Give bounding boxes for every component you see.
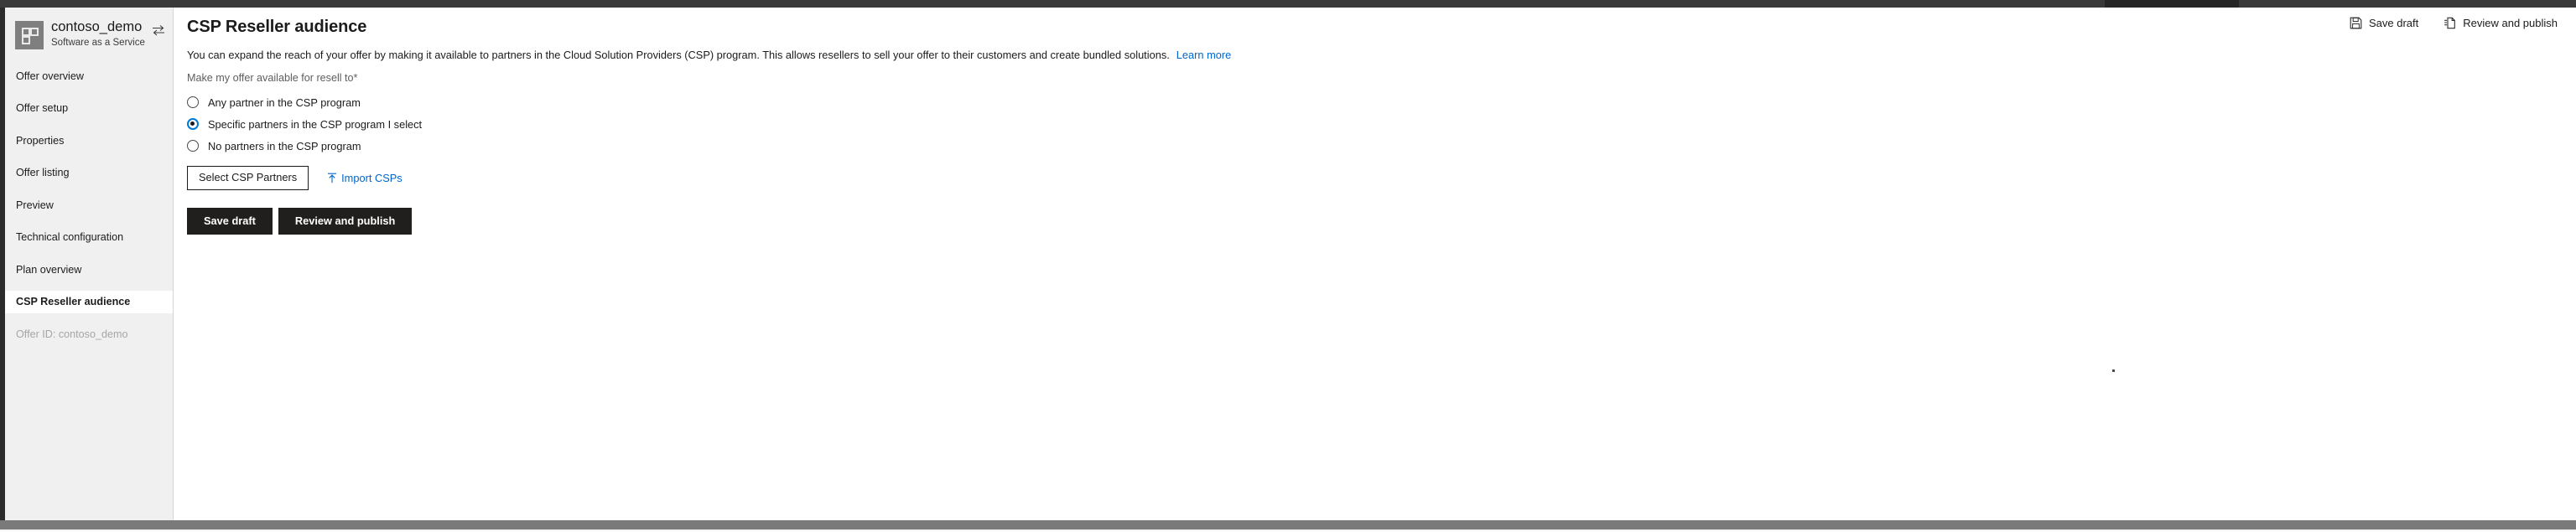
chrome-segment-left	[0, 0, 2105, 8]
sidebar-item-label: Technical configuration	[16, 231, 124, 244]
sidebar-item-preview[interactable]: Preview	[5, 194, 173, 217]
review-publish-toolbar-button[interactable]: Review and publish	[2444, 17, 2558, 29]
offer-name: contoso_demo	[51, 19, 143, 34]
radio-any-partner[interactable]: Any partner in the CSP program	[187, 91, 422, 113]
offer-identity: contoso_demo Software as a Service	[51, 19, 145, 49]
app-grid-icon-cell	[22, 36, 30, 44]
sidebar-item-properties[interactable]: Properties	[5, 129, 173, 152]
resell-audience-field-label: Make my offer available for resell to*	[187, 72, 358, 84]
radio-label: Specific partners in the CSP program I s…	[208, 117, 423, 131]
chrome-segment-right	[2239, 0, 2576, 8]
sidebar-offer-id-label: Offer ID: contoso_demo	[16, 328, 128, 340]
window-chrome-bar	[0, 0, 2576, 8]
import-csps-label: Import CSPs	[341, 172, 402, 184]
sidebar-nav: Offer overview Offer setup Properties Of…	[5, 65, 173, 346]
save-icon	[2350, 17, 2362, 29]
sidebar-offer-id: Offer ID: contoso_demo	[5, 323, 173, 346]
save-draft-button[interactable]: Save draft	[187, 208, 273, 235]
save-draft-toolbar-button[interactable]: Save draft	[2350, 17, 2418, 29]
radio-no-partners[interactable]: No partners in the CSP program	[187, 135, 422, 157]
sidebar-item-technical-configuration[interactable]: Technical configuration	[5, 226, 173, 250]
review-publish-toolbar-label: Review and publish	[2463, 17, 2558, 29]
sidebar-item-label: Offer listing	[16, 167, 70, 179]
sidebar-item-label: CSP Reseller audience	[16, 296, 131, 308]
sidebar-item-label: Plan overview	[16, 263, 82, 276]
horizontal-scrollbar-thumb[interactable]	[0, 520, 2576, 529]
horizontal-scrollbar[interactable]	[0, 520, 2576, 531]
offer-type-label: Software as a Service	[51, 38, 145, 48]
cursor-artifact	[2112, 369, 2115, 372]
save-draft-toolbar-label: Save draft	[2369, 17, 2419, 29]
publish-document-icon	[2444, 17, 2456, 29]
sidebar-item-offer-setup[interactable]: Offer setup	[5, 97, 173, 121]
radio-circle-icon	[187, 96, 199, 108]
select-csp-partners-button[interactable]: Select CSP Partners	[187, 166, 309, 190]
page-description-text: You can expand the reach of your offer b…	[187, 49, 1170, 61]
sidebar-item-label: Preview	[16, 199, 54, 211]
sidebar-item-label: Properties	[16, 134, 65, 147]
import-csps-link[interactable]: Import CSPs	[327, 172, 402, 184]
sidebar-item-csp-reseller-audience[interactable]: CSP Reseller audience	[5, 290, 173, 313]
page-title: CSP Reseller audience	[187, 18, 367, 36]
sidebar-item-plan-overview[interactable]: Plan overview	[5, 258, 173, 281]
review-and-publish-button[interactable]: Review and publish	[278, 208, 413, 235]
page-description: You can expand the reach of your offer b…	[187, 49, 1231, 61]
app-grid-icon-cell	[22, 28, 30, 36]
sidebar-item-label: Offer setup	[16, 102, 69, 115]
radio-specific-partners[interactable]: Specific partners in the CSP program I s…	[187, 113, 422, 135]
sidebar-item-offer-listing[interactable]: Offer listing	[5, 162, 173, 185]
switch-offer-icon[interactable]	[152, 24, 165, 36]
app-grid-icon	[15, 21, 44, 49]
upload-icon	[327, 173, 337, 183]
main-content: CSP Reseller audience Save draft Review	[174, 8, 2576, 520]
radio-circle-icon	[187, 140, 199, 152]
resell-audience-radio-group: Any partner in the CSP program Specific …	[187, 91, 422, 157]
partner-selection-actions: Select CSP Partners Import CSPs	[187, 166, 402, 190]
radio-circle-selected-icon	[187, 118, 199, 130]
sidebar-item-offer-overview[interactable]: Offer overview	[5, 65, 173, 88]
sidebar-item-label: Offer overview	[16, 70, 84, 82]
offer-header: contoso_demo Software as a Service	[5, 8, 173, 56]
top-action-bar: Save draft Review and publish	[2350, 17, 2558, 29]
learn-more-link[interactable]: Learn more	[1176, 49, 1231, 61]
form-action-bar: Save draft Review and publish	[187, 208, 413, 235]
radio-label: Any partner in the CSP program	[208, 96, 361, 109]
app-grid-icon-cell	[30, 28, 39, 36]
chrome-segment-active	[2105, 0, 2239, 8]
radio-label: No partners in the CSP program	[208, 139, 361, 152]
sidebar: contoso_demo Software as a Service Offer…	[5, 8, 174, 520]
